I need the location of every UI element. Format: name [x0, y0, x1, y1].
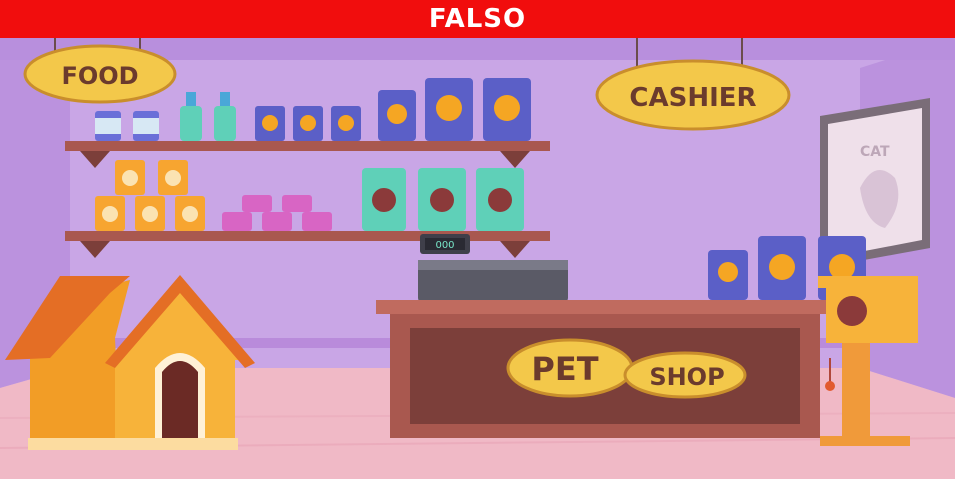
logo-word-shop: SHOP — [649, 363, 724, 391]
pet-shop-illustration: FOOD CASHIER CAT 000 PET SHOP — [0, 38, 955, 479]
food-sign: FOOD — [23, 44, 177, 104]
poster-label: CAT — [860, 144, 890, 160]
pet-shop-scene: FALSO FOOD CASHIER CAT 000 PET SHOP — [0, 0, 955, 479]
dog-food-bags — [362, 168, 524, 231]
purple-cans — [255, 106, 361, 141]
logo-word-pet: PET — [531, 350, 598, 388]
cashier-sign-label: CASHIER — [629, 83, 756, 113]
cashier-sign: CASHIER — [595, 59, 791, 131]
falso-banner: FALSO — [0, 0, 955, 38]
food-sign-label: FOOD — [61, 62, 138, 90]
register-display: 000 — [435, 240, 454, 251]
